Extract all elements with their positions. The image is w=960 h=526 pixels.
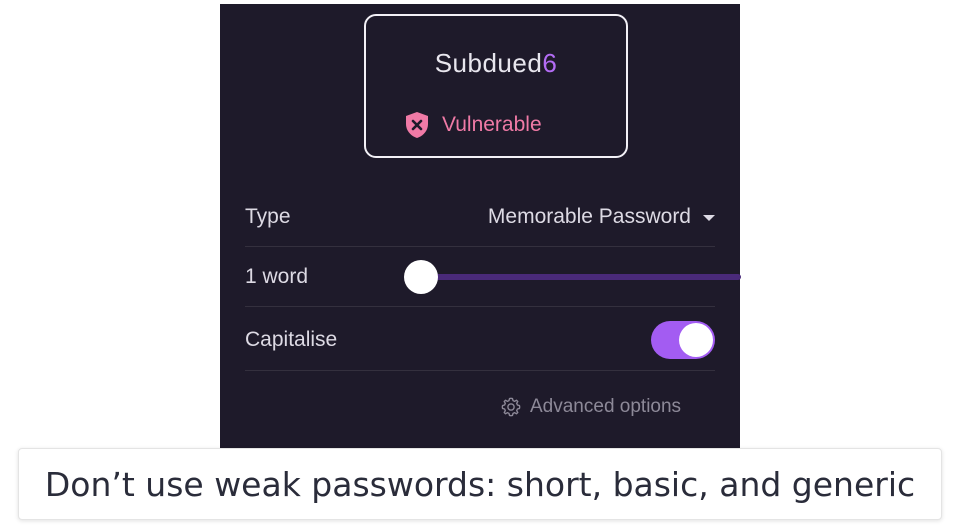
generated-password[interactable]: Subdued6 [366,48,626,79]
word-count-label: 1 word [245,265,309,288]
strength-indicator: Vulnerable [404,110,542,140]
type-row: Type Memorable Password [245,200,715,234]
capitalise-row: Capitalise [245,320,715,360]
divider [245,370,715,371]
caret-down-icon [703,215,715,221]
password-generator-panel: Subdued6 Vulnerable Type Memorable Passw… [220,4,741,450]
type-dropdown-value: Memorable Password [487,205,691,228]
slider-thumb[interactable] [404,260,438,294]
divider [245,246,715,247]
strength-label: Vulnerable [442,113,542,136]
screenshot-stage: Subdued6 Vulnerable Type Memorable Passw… [0,0,960,526]
word-count-slider[interactable] [404,260,741,294]
generated-password-box: Subdued6 Vulnerable [364,14,628,158]
gear-icon [501,397,521,417]
type-dropdown[interactable]: Memorable Password [488,205,715,229]
type-label: Type [245,205,291,228]
password-digit: 6 [542,48,558,78]
divider [245,306,715,307]
advanced-options-button[interactable]: Advanced options [500,396,681,418]
toggle-knob [679,323,713,357]
password-base: Subdued [434,48,543,78]
caption-text: Don’t use weak passwords: short, basic, … [44,464,916,504]
caption-box: Don’t use weak passwords: short, basic, … [18,448,942,520]
advanced-options-label: Advanced options [530,396,682,417]
slider-track[interactable] [421,274,741,280]
shield-x-icon [406,112,428,138]
word-count-row: 1 word [245,260,741,294]
capitalise-toggle[interactable] [651,321,715,359]
capitalise-label: Capitalise [245,328,338,351]
